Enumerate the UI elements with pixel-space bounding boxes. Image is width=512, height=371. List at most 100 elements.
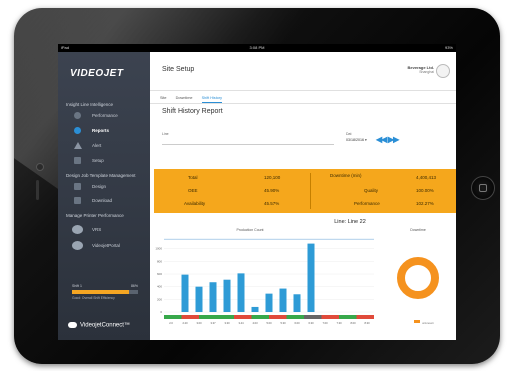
bar [223,279,231,312]
kpi-availability-label: Availability [184,201,206,206]
progress-fill [72,290,129,294]
timeline-segment [304,315,322,319]
donut-legend-swatch [414,320,420,323]
x-tick-label: 7.30 [336,321,342,325]
line-input[interactable] [162,144,334,145]
bar [265,293,273,312]
kpi-availability-value: 45.57% [264,201,280,206]
x-tick-label: 6.30 [308,321,314,325]
bar [293,294,301,312]
camera-icon [36,163,44,171]
vrs-icon [72,225,83,234]
x-tick-label: 2.0 [169,321,173,325]
shift-progress: Shift 1 86% Good: Overall Shift Efficien… [72,284,138,300]
tab-shift-history[interactable]: Shift History [201,96,223,103]
user-info[interactable]: Beverage Ltd. Shanghai [408,65,434,74]
alert-icon [74,142,82,149]
next-date-button[interactable]: ▶▶ [388,135,399,144]
sidebar-item-vrs[interactable]: VRS [72,224,144,235]
progress-label: Shift 1 [72,284,82,288]
reports-icon [74,127,81,134]
sidebar: VIDEOJET Insight Line Intelligence Perfo… [58,52,150,340]
page-title: Site Setup [162,66,195,73]
bar [251,306,259,312]
timeline-segment [181,315,199,319]
design-icon [74,183,81,190]
sidebar-item-portal[interactable]: VideojetPortal [72,240,144,251]
bar [307,243,315,312]
timeline-segment [321,315,339,319]
y-tick-label: 400 [157,285,162,289]
x-tick-label: 5.00 [266,321,272,325]
report-title: Shift History Report [162,108,223,115]
y-tick-label: 200 [157,297,162,301]
y-tick-label: 800 [157,259,162,263]
chart-title: Line: Line 22 [334,219,366,225]
sidebar-item-performance[interactable]: Performance [74,110,144,121]
progress-sub: Good: Overall Shift Efficiency [72,296,115,300]
kpi-quality-label: Quality [364,188,379,193]
download-icon [74,197,81,204]
kpi-oee-label: OEE [188,188,198,193]
timeline-segment [199,315,217,319]
tab-site[interactable]: Site [160,96,167,102]
sidebar-item-setup[interactable]: Setup [74,155,144,166]
portal-icon [72,241,83,250]
prev-date-button[interactable]: ◀◀ [376,135,387,144]
x-tick-label: 4.03 [252,321,258,325]
tab-bar: Site Downtime Shift History [160,96,230,103]
bar [181,274,189,312]
bar [195,286,203,312]
timeline-segment [234,315,252,319]
timeline-segment [286,315,304,319]
gauge-icon [74,112,81,119]
x-tick-label: 3.44 [238,321,244,325]
y-tick-label: 600 [157,272,162,276]
timeline-segment [339,315,357,319]
timeline-segment [251,315,269,319]
timeline-segment [164,315,182,319]
home-button-icon[interactable] [471,176,495,200]
section-design: Design Job Template Management [66,173,136,178]
x-tick-label: 2.20 [182,321,188,325]
x-tick-label: 3.37 [210,321,216,325]
kpi-performance-label: Performance [354,201,380,206]
clock-label: 3:08 PM [249,45,265,50]
kpi-total-label: Total [188,175,198,180]
header-divider [150,90,456,91]
kpi-downtime-value: 4,400,413 [416,175,437,180]
bar [237,273,245,312]
date-picker[interactable]: 03/18/2016 ▾ [346,138,367,142]
sidebar-item-alert[interactable]: Alert [74,140,144,151]
chart-svg: Line: Line 22 Production Count Downtime … [155,219,439,325]
kpi-total-value: 120,100 [264,175,281,180]
main-panel: Site Setup Beverage Ltd. Shanghai Site D… [150,52,456,340]
sidebar-item-download[interactable]: Download [74,195,144,206]
kpi-performance-value: 102.27% [416,201,434,206]
y-tick-label: 0 [160,310,162,314]
bar [279,288,287,312]
x-tick-label: 5.30 [280,321,286,325]
progress-percent: 86% [130,284,138,288]
x-tick-label: 6.00 [294,321,300,325]
donut-legend: unknown [422,321,434,325]
avatar[interactable] [436,64,450,78]
sidebar-item-reports[interactable]: Reports [74,125,144,136]
x-tick-label: 8.00 [350,321,356,325]
progress-track [72,290,138,294]
cloud-icon [68,322,77,328]
status-bar: iPad 3:08 PM 93% [58,44,456,52]
tab-downtime[interactable]: Downtime [176,96,193,102]
kpi-divider [310,173,311,209]
sidebar-item-design[interactable]: Design [74,181,144,192]
chart-subtitle: Production Count [236,228,263,232]
setup-icon [74,157,81,164]
bar [209,282,217,312]
side-button[interactable] [36,180,39,200]
videojet-logo: VIDEOJET [70,68,124,79]
x-tick-label: 8.30 [364,321,370,325]
date-label: Dat [346,132,352,136]
donut-title: Downtime [410,228,426,232]
app-screen: iPad 3:08 PM 93% VIDEOJET Insight Line I… [58,44,456,340]
battery-label: 93% [444,45,453,50]
